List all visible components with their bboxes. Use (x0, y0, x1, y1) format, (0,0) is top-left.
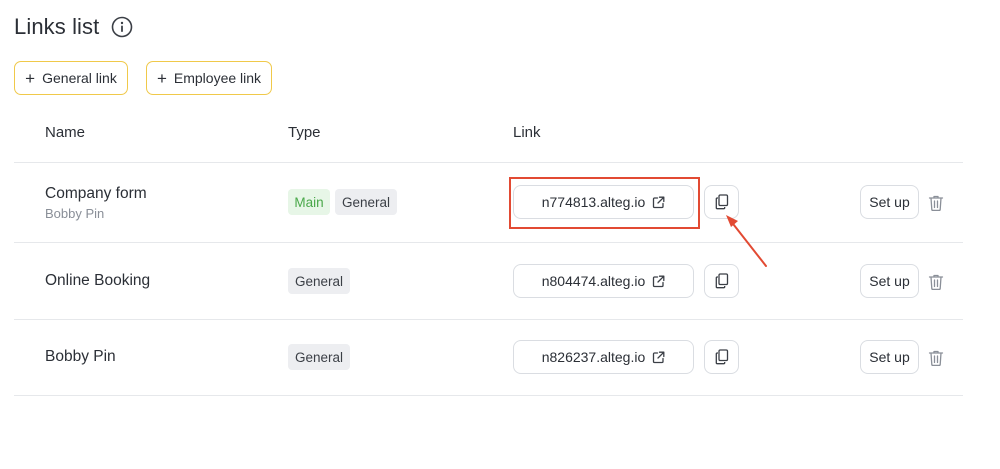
link-text: n826237.alteg.io (541, 349, 646, 365)
row-subtitle: Bobby Pin (45, 206, 105, 221)
badge-general: General (288, 344, 350, 370)
add-general-link-button[interactable]: + General link (14, 61, 128, 95)
trash-icon[interactable] (928, 273, 944, 291)
info-icon[interactable] (111, 16, 133, 38)
badge-general: General (335, 189, 397, 215)
column-header-link: Link (513, 124, 541, 141)
badge-general: General (288, 268, 350, 294)
copy-link-button[interactable] (704, 340, 739, 374)
link-button[interactable]: n826237.alteg.io (513, 340, 694, 374)
table-row: Online Booking General n804474.alteg.io … (0, 243, 1000, 319)
link-button[interactable]: n804474.alteg.io (513, 264, 694, 298)
row-name: Bobby Pin (45, 348, 116, 365)
plus-icon: + (25, 68, 36, 88)
column-header-name: Name (45, 124, 86, 141)
badge-main: Main (288, 189, 330, 215)
row-name: Online Booking (45, 272, 151, 289)
title-row: Links list (14, 14, 133, 40)
trash-icon[interactable] (928, 194, 944, 212)
column-header-type: Type (288, 124, 321, 141)
row-name: Company form (45, 185, 147, 202)
copy-icon (715, 349, 729, 365)
add-general-link-label: General link (42, 70, 117, 86)
external-link-icon (652, 351, 665, 364)
set-up-button[interactable]: Set up (860, 340, 919, 374)
set-up-button[interactable]: Set up (860, 264, 919, 298)
copy-icon (715, 194, 729, 210)
link-text: n804474.alteg.io (541, 273, 646, 289)
annotation-highlight-box (509, 177, 700, 229)
annotation-arrow (726, 215, 767, 267)
external-link-icon (652, 275, 665, 288)
add-employee-link-label: Employee link (173, 70, 262, 86)
plus-icon: + (156, 68, 167, 88)
table-row: Company form Bobby Pin Main General n774… (0, 163, 1000, 242)
trash-icon[interactable] (928, 349, 944, 367)
divider (14, 395, 963, 396)
copy-icon (715, 273, 729, 289)
add-employee-link-button[interactable]: + Employee link (146, 61, 272, 95)
page-title: Links list (14, 14, 100, 39)
table-row: Bobby Pin General n826237.alteg.io Set u… (0, 320, 1000, 395)
set-up-button[interactable]: Set up (860, 185, 919, 219)
